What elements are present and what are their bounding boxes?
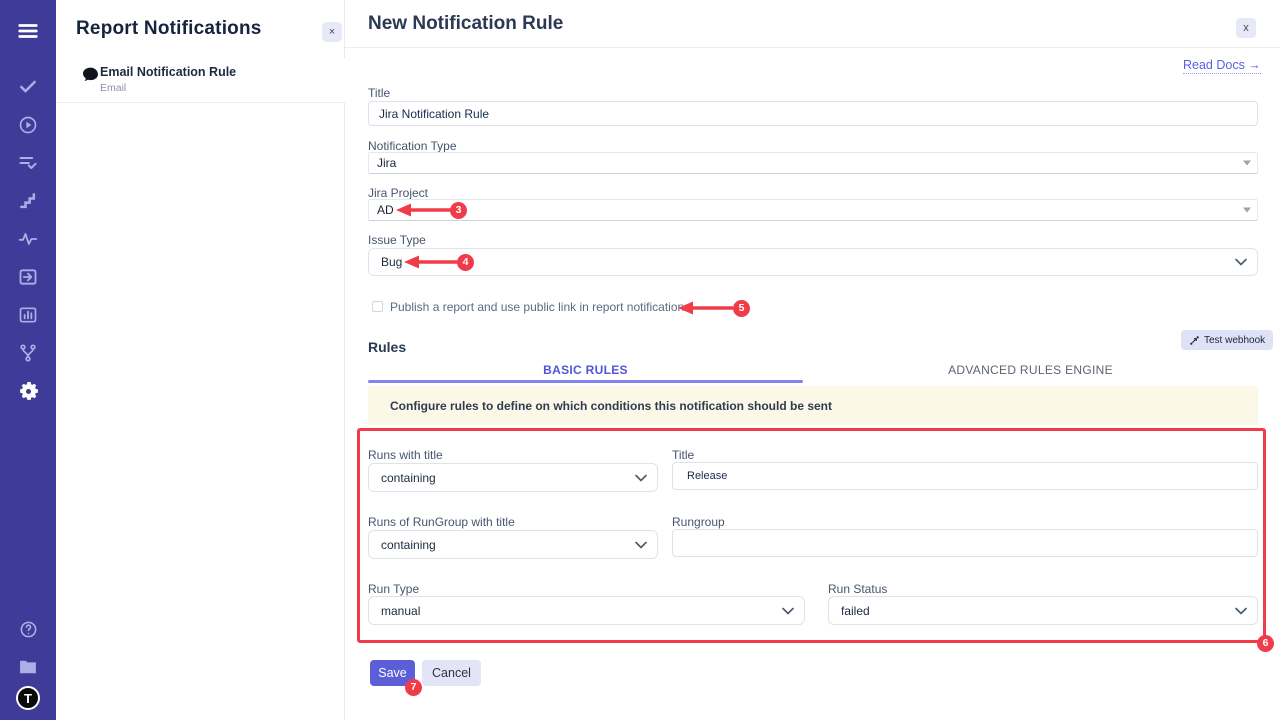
read-docs-link[interactable]: Read Docs →: [1183, 58, 1261, 74]
run-type-select[interactable]: manual: [368, 596, 805, 625]
run-type-label: Run Type: [368, 582, 419, 596]
tab-basic-rules[interactable]: BASIC RULES: [368, 363, 803, 381]
report-notifications-panel: Report Notifications × Email Notificatio…: [56, 0, 345, 720]
runs-with-title-select[interactable]: containing: [368, 463, 658, 492]
chevron-down-icon: [782, 607, 794, 615]
rules-info-banner: Configure rules to define on which condi…: [368, 386, 1258, 425]
publish-report-checkbox[interactable]: [372, 301, 383, 312]
form-close-button[interactable]: x: [1236, 18, 1256, 38]
issue-type-select[interactable]: Bug: [368, 248, 1258, 276]
activity-icon[interactable]: [0, 220, 56, 258]
title-input[interactable]: [368, 101, 1258, 126]
list-item-subtitle: Email: [100, 82, 126, 94]
rungroup-label: Rungroup: [672, 515, 725, 529]
rungroup-with-title-select[interactable]: containing: [368, 530, 658, 559]
active-tab-indicator: [368, 380, 803, 383]
run-status-value: failed: [841, 604, 870, 618]
new-notification-rule-form: New Notification Rule x Read Docs → Titl…: [345, 0, 1280, 720]
sign-in-icon[interactable]: [0, 258, 56, 296]
notification-type-select[interactable]: Jira: [368, 152, 1258, 174]
webhook-icon: [1189, 335, 1200, 346]
dropdown-arrow-icon: [1243, 208, 1251, 213]
bar-chart-icon[interactable]: [0, 296, 56, 334]
notification-type-label: Notification Type: [368, 139, 457, 153]
folder-icon[interactable]: [0, 648, 56, 686]
notification-type-value: Jira: [377, 156, 396, 170]
menu-icon[interactable]: [0, 12, 56, 50]
title-label: Title: [368, 86, 390, 100]
chevron-down-icon: [635, 541, 647, 549]
publish-report-checkbox-label: Publish a report and use public link in …: [390, 300, 684, 314]
header-divider: [345, 47, 1280, 48]
settings-gear-icon[interactable]: [0, 372, 56, 410]
play-circle-icon[interactable]: [0, 106, 56, 144]
cancel-button[interactable]: Cancel: [422, 660, 481, 686]
app-logo[interactable]: T: [16, 686, 40, 710]
runs-with-title-value: containing: [381, 471, 436, 485]
runs-with-title-label: Runs with title: [368, 448, 443, 462]
jira-project-value: AD: [377, 203, 394, 217]
rungroup-input[interactable]: [672, 529, 1258, 557]
app-window: T Report Notifications × Email Notificat…: [0, 0, 1280, 720]
jira-project-select[interactable]: AD: [368, 199, 1258, 221]
sidebar: T: [0, 0, 56, 720]
test-list-icon[interactable]: [0, 144, 56, 182]
run-type-value: manual: [381, 604, 420, 618]
check-icon[interactable]: [0, 68, 56, 106]
tab-advanced-rules-engine[interactable]: ADVANCED RULES ENGINE: [803, 363, 1258, 381]
rule-title-label: Title: [672, 448, 694, 462]
rungroup-with-title-label: Runs of RunGroup with title: [368, 515, 515, 529]
issue-type-value: Bug: [381, 255, 402, 269]
test-webhook-label: Test webhook: [1204, 335, 1265, 346]
steps-icon[interactable]: [0, 182, 56, 220]
page-title: New Notification Rule: [368, 13, 563, 35]
issue-type-label: Issue Type: [368, 233, 426, 247]
chat-bubble-icon: [82, 67, 99, 87]
chevron-down-icon: [635, 474, 647, 482]
rules-heading: Rules: [368, 339, 406, 355]
rules-info-banner-text: Configure rules to define on which condi…: [390, 399, 832, 413]
branch-icon[interactable]: [0, 334, 56, 372]
run-status-label: Run Status: [828, 582, 887, 596]
chevron-down-icon: [1235, 258, 1247, 266]
panel-title: Report Notifications: [76, 18, 262, 40]
run-status-select[interactable]: failed: [828, 596, 1258, 625]
dropdown-arrow-icon: [1243, 161, 1251, 166]
chevron-down-icon: [1235, 607, 1247, 615]
list-item-title: Email Notification Rule: [100, 65, 236, 79]
panel-close-button[interactable]: ×: [322, 22, 342, 42]
rungroup-with-title-value: containing: [381, 538, 436, 552]
help-icon[interactable]: [0, 610, 56, 648]
save-button[interactable]: Save: [370, 660, 415, 686]
rule-title-input[interactable]: [672, 462, 1258, 490]
jira-project-label: Jira Project: [368, 186, 428, 200]
test-webhook-button[interactable]: Test webhook: [1181, 330, 1273, 350]
list-item-email-notification-rule[interactable]: Email Notification Rule Email: [56, 58, 345, 103]
